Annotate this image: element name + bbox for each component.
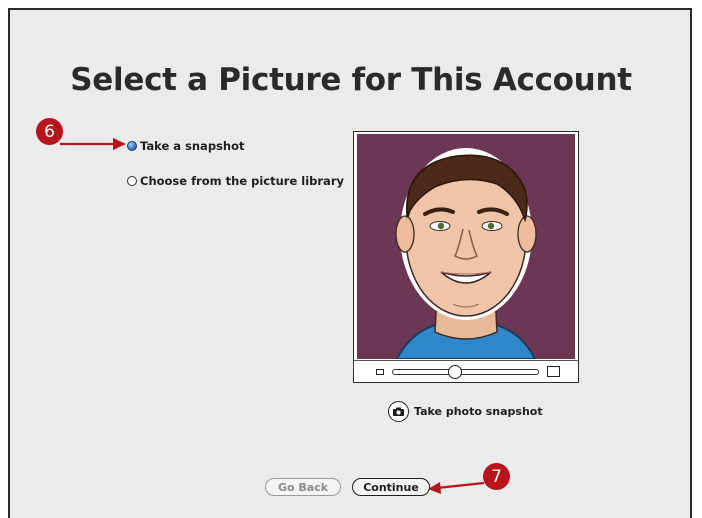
option-label: Take a snapshot: [140, 139, 245, 153]
camera-icon[interactable]: [388, 401, 409, 422]
zoom-slider-thumb[interactable]: [447, 365, 462, 379]
callout-6-arrow-head: [113, 138, 126, 150]
zoom-slider-track[interactable]: [392, 369, 539, 375]
take-photo-snapshot[interactable]: Take photo snapshot: [388, 401, 543, 422]
option-picture-library[interactable]: Choose from the picture library: [127, 174, 344, 188]
zoom-control: [354, 360, 578, 383]
zoom-in-icon: [547, 366, 560, 377]
zoom-out-icon: [376, 369, 384, 375]
callout-step-6: 6: [36, 118, 63, 145]
callout-arrows: [60, 138, 485, 494]
snapshot-label: Take photo snapshot: [414, 405, 543, 418]
continue-button[interactable]: Continue: [352, 478, 430, 496]
go-back-button[interactable]: Go Back: [265, 478, 341, 496]
portrait-illustration: [395, 148, 537, 360]
callout-step-7: 7: [483, 463, 510, 490]
option-take-snapshot[interactable]: Take a snapshot: [127, 139, 244, 153]
picture-well: [353, 131, 579, 383]
account-photo: [357, 134, 575, 360]
radio-take-snapshot[interactable]: [127, 141, 137, 151]
radio-picture-library[interactable]: [127, 176, 137, 186]
callout-7-arrow-line: [436, 481, 485, 490]
option-label: Choose from the picture library: [140, 174, 344, 188]
